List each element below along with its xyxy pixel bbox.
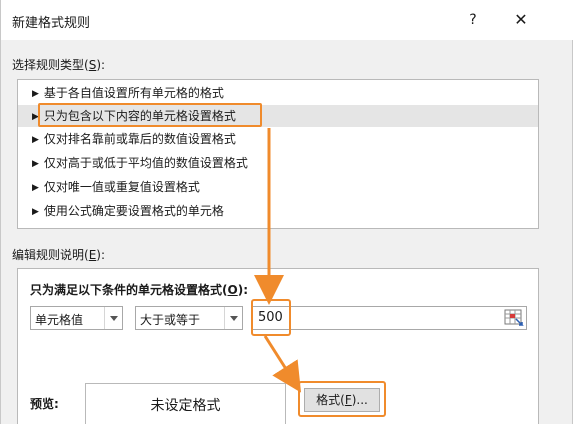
chevron-down-icon (224, 307, 242, 329)
triangle-right-icon: ▶ (32, 135, 39, 145)
range-picker-icon[interactable] (504, 307, 524, 327)
operator-dropdown[interactable]: 大于或等于 (135, 306, 243, 330)
format-button-highlight (298, 381, 386, 417)
selected-rule-highlight (38, 103, 262, 127)
triangle-right-icon: ▶ (32, 159, 39, 169)
value-input-highlight (251, 299, 291, 336)
cell-value-dropdown[interactable]: 单元格值 (30, 306, 123, 330)
condition-title: 只为满足以下条件的单元格设置格式(O): (30, 283, 248, 297)
help-button[interactable]: ? (461, 8, 485, 32)
new-format-rule-dialog: 新建格式规则 ? ✕ 选择规则类型(S): ▶ 基于各自值设置所有单元格的格式 ▶… (0, 0, 573, 424)
rule-type-list[interactable]: ▶ 基于各自值设置所有单元格的格式 ▶ 只为包含以下内容的单元格设置格式 ▶ 仅对排名… (17, 79, 539, 229)
triangle-right-icon: ▶ (32, 207, 39, 217)
triangle-right-icon: ▶ (32, 89, 39, 99)
triangle-right-icon: ▶ (32, 183, 39, 193)
close-button[interactable]: ✕ (507, 8, 535, 32)
rule-item-use-formula[interactable]: ▶ 使用公式确定要设置格式的单元格 (18, 200, 538, 222)
title-bar: 新建格式规则 ? ✕ (1, 0, 573, 40)
rule-item-unique-duplicate[interactable]: ▶ 仅对唯一值或重复值设置格式 (18, 176, 538, 198)
rule-type-label: 选择规则类型(S): (12, 58, 106, 72)
preview-text: 未设定格式 (150, 398, 221, 414)
edit-rule-description-label: 编辑规则说明(E): (12, 248, 106, 262)
preview-label: 预览: (30, 397, 59, 411)
rule-item-top-bottom[interactable]: ▶ 仅对排名靠前或靠后的数值设置格式 (18, 128, 538, 150)
rule-item-above-below-average[interactable]: ▶ 仅对高于或低于平均值的数值设置格式 (18, 152, 538, 174)
chevron-down-icon (104, 307, 122, 329)
condition-value-input[interactable]: 500 (251, 306, 527, 330)
dialog-title: 新建格式规则 (12, 16, 91, 31)
preview-box: 未设定格式 (85, 383, 286, 424)
rule-item-all-cells[interactable]: ▶ 基于各自值设置所有单元格的格式 (18, 82, 538, 104)
